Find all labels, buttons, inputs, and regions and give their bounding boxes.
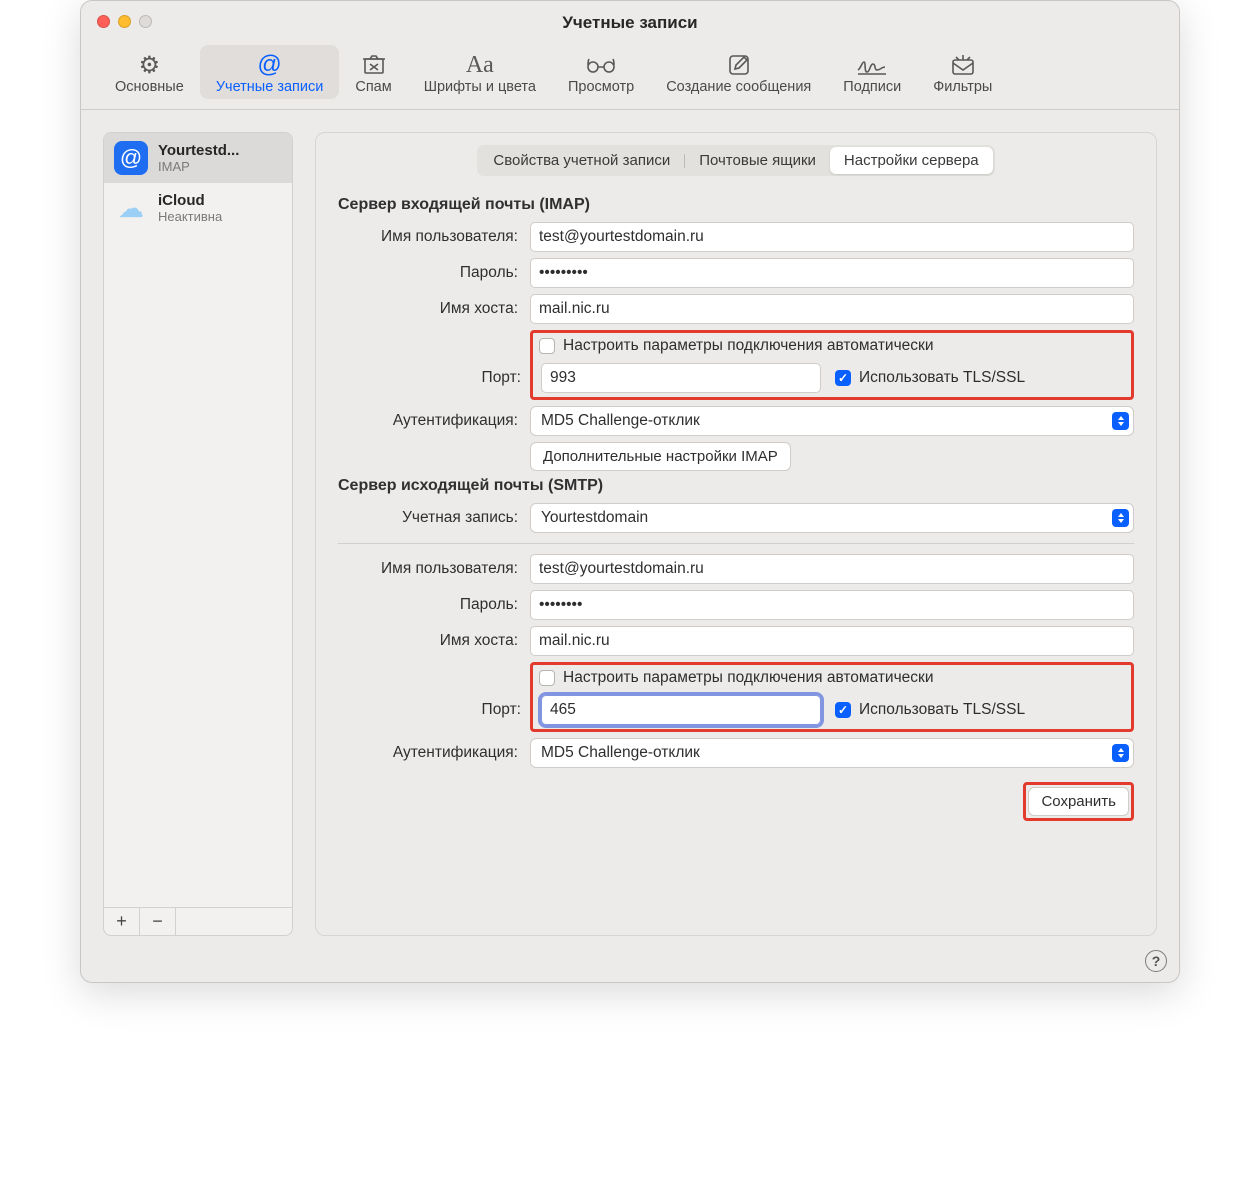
remove-account-button[interactable]: − (140, 908, 176, 935)
tab-account-info[interactable]: Свойства учетной записи (479, 147, 684, 174)
preferences-window: Учетные записи ⚙Основные @Учетные записи… (80, 0, 1180, 983)
cloud-icon: ☁ (114, 191, 148, 225)
imap-advanced-button[interactable]: Дополнительные настройки IMAP (530, 442, 791, 471)
preferences-toolbar: ⚙Основные @Учетные записи Спам AaШрифты … (81, 43, 1179, 110)
add-account-button[interactable]: + (104, 908, 140, 935)
toolbar-rules[interactable]: Фильтры (917, 45, 1008, 99)
imap-username-input[interactable] (530, 222, 1134, 252)
filter-icon (950, 51, 976, 79)
toolbar-viewing[interactable]: Просмотр (552, 45, 650, 99)
smtp-username-input[interactable] (530, 554, 1134, 584)
save-button[interactable]: Сохранить (1028, 787, 1129, 816)
imap-tls-checkbox[interactable] (835, 370, 851, 386)
toolbar-junk[interactable]: Спам (339, 45, 407, 99)
zoom-window-button[interactable] (139, 15, 152, 28)
toolbar-fonts[interactable]: AaШрифты и цвета (408, 45, 552, 99)
account-item-icloud[interactable]: ☁ iCloudНеактивна (104, 183, 292, 233)
minimize-window-button[interactable] (118, 15, 131, 28)
glasses-icon (584, 51, 618, 79)
help-button[interactable]: ? (1145, 950, 1167, 972)
tab-mailboxes[interactable]: Почтовые ящики (685, 147, 830, 174)
account-tabs: Свойства учетной записи Почтовые ящики Н… (477, 145, 994, 176)
smtp-password-input[interactable] (530, 590, 1134, 620)
tab-server-settings[interactable]: Настройки сервера (830, 147, 993, 174)
trash-icon (361, 51, 387, 79)
compose-icon (727, 51, 751, 79)
imap-host-input[interactable] (530, 294, 1134, 324)
toolbar-signatures[interactable]: Подписи (827, 45, 917, 99)
at-icon: @ (257, 51, 281, 79)
smtp-tls-checkbox[interactable] (835, 702, 851, 718)
smtp-port-input[interactable] (541, 695, 821, 725)
account-settings-panel: Свойства учетной записи Почтовые ящики Н… (315, 132, 1157, 936)
smtp-auth-select[interactable]: MD5 Challenge-отклик (530, 738, 1134, 768)
imap-auth-select[interactable]: MD5 Challenge-отклик (530, 406, 1134, 436)
imap-auto-config-checkbox[interactable] (539, 338, 555, 354)
smtp-auto-config-checkbox[interactable] (539, 670, 555, 686)
imap-port-input[interactable] (541, 363, 821, 393)
chevron-updown-icon (1112, 412, 1129, 430)
smtp-connection-highlight: Настроить параметры подключения автомати… (530, 662, 1134, 732)
imap-password-input[interactable] (530, 258, 1134, 288)
accounts-sidebar: @ Yourtestd...IMAP ☁ iCloudНеактивна + − (103, 132, 293, 936)
signature-icon (855, 51, 889, 79)
imap-connection-highlight: Настроить параметры подключения автомати… (530, 330, 1134, 400)
incoming-heading: Сервер входящей почты (IMAP) (338, 196, 1134, 214)
account-item-yourtestdomain[interactable]: @ Yourtestd...IMAP (104, 133, 292, 183)
chevron-updown-icon (1112, 744, 1129, 762)
chevron-updown-icon (1112, 509, 1129, 527)
outgoing-heading: Сервер исходящей почты (SMTP) (338, 477, 1134, 495)
fonts-icon: Aa (466, 51, 494, 79)
smtp-host-input[interactable] (530, 626, 1134, 656)
toolbar-composing[interactable]: Создание сообщения (650, 45, 827, 99)
at-icon: @ (114, 141, 148, 175)
close-window-button[interactable] (97, 15, 110, 28)
gear-icon: ⚙ (139, 51, 161, 79)
titlebar: Учетные записи (81, 1, 1179, 43)
toolbar-accounts[interactable]: @Учетные записи (200, 45, 340, 99)
window-title: Учетные записи (81, 1, 1179, 33)
smtp-account-select[interactable]: Yourtestdomain (530, 503, 1134, 533)
toolbar-general[interactable]: ⚙Основные (99, 45, 200, 99)
